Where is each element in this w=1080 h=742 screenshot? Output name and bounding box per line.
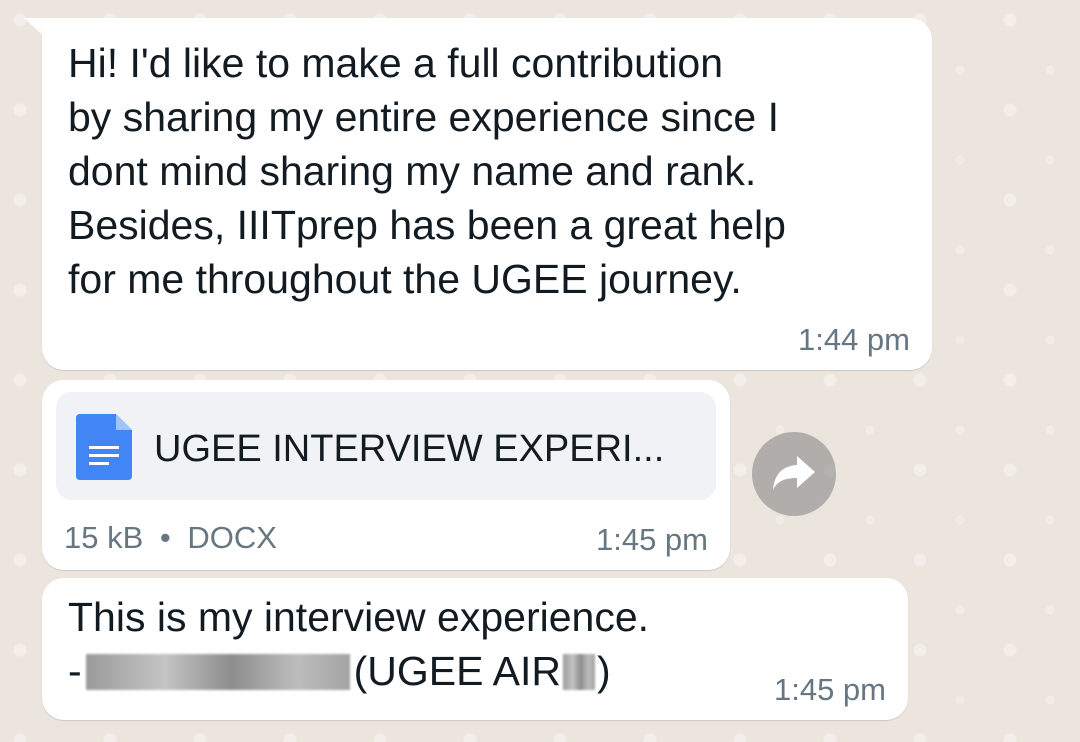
document-size: 15 kB [64, 520, 144, 555]
dash: - [68, 648, 82, 694]
message-text: Hi! I'd like to make a full contribution… [68, 40, 786, 302]
forward-button[interactable] [752, 432, 836, 516]
incoming-message[interactable]: Hi! I'd like to make a full contribution… [42, 18, 932, 370]
message-timestamp: 1:45 pm [595, 522, 708, 557]
message-text-signature: - (UGEE AIR ) [68, 648, 611, 695]
rank-label: (UGEE AIR [353, 648, 561, 694]
document-message[interactable]: UGEE INTERVIEW EXPERI... 15 kB • DOCX 1:… [42, 380, 730, 570]
message-timestamp: 1:45 pm [773, 672, 886, 707]
message-text: This is my interview experience. [68, 594, 650, 640]
document-name: UGEE INTERVIEW EXPERI... [154, 428, 665, 470]
forward-arrow-icon [773, 456, 815, 490]
document-type: DOCX [187, 520, 277, 555]
document-meta: 15 kB • DOCX [64, 520, 277, 556]
doc-file-icon [76, 414, 132, 480]
redacted-name [85, 653, 350, 690]
incoming-message[interactable]: This is my interview experience. - (UGEE… [42, 578, 908, 720]
document-attachment[interactable]: UGEE INTERVIEW EXPERI... [56, 392, 716, 500]
closing-paren: ) [596, 648, 611, 694]
redacted-rank [562, 653, 595, 690]
meta-separator: • [159, 520, 171, 555]
message-timestamp: 1:44 pm [797, 322, 910, 357]
